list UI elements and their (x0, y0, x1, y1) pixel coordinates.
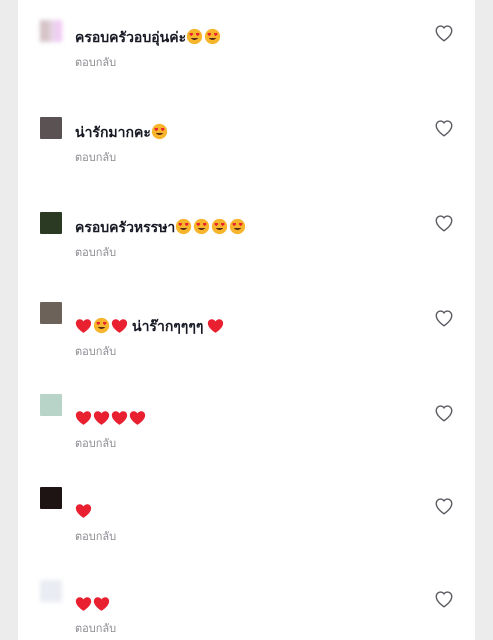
heart-outline-icon (435, 310, 453, 327)
like-button[interactable] (434, 119, 456, 139)
heart-outline-icon (435, 215, 453, 232)
red-heart-icon (93, 411, 110, 425)
heart-outline-icon (435, 498, 453, 515)
comment-text-label: ครอบครัวอบอุ่นค่ะ (75, 30, 187, 46)
heart-outline-icon (435, 25, 453, 42)
comment-item: ตอบกลับ (18, 487, 475, 547)
comment-text: น่ารักมากคะ (75, 123, 169, 142)
comment-text-label: น่ารักมากคะ (75, 125, 151, 141)
like-button[interactable] (434, 590, 456, 610)
avatar[interactable] (40, 394, 62, 416)
reply-button[interactable]: ตอบกลับ (75, 622, 116, 636)
reply-button[interactable]: ตอบกลับ (75, 56, 116, 70)
like-button[interactable] (434, 214, 456, 234)
comment-list: ครอบครัวอบอุ่นค่ะ ตอบกลับ น่ารักมากคะ ตอ… (18, 0, 475, 640)
red-heart-icon (75, 504, 92, 518)
reply-button[interactable]: ตอบกลับ (75, 437, 116, 451)
avatar[interactable] (40, 20, 62, 42)
like-button[interactable] (434, 24, 456, 44)
red-heart-icon (111, 319, 128, 333)
red-heart-icon (93, 597, 110, 611)
heart-eyes-icon (204, 28, 221, 45)
comment-text (75, 502, 93, 521)
heart-eyes-icon (176, 218, 192, 235)
emoji-group (75, 409, 147, 427)
avatar[interactable] (40, 117, 62, 139)
heart-eyes-icon (230, 218, 246, 235)
red-heart-icon (111, 411, 128, 425)
red-heart-icon (75, 411, 92, 425)
comment-text: ครอบครัวหรรษา (75, 218, 247, 237)
heart-eyes-icon (93, 317, 110, 334)
emoji-group (151, 123, 169, 141)
reply-button[interactable]: ตอบกลับ (75, 246, 116, 260)
comment-text: น่าร๊ากๆๆๆๆ (75, 317, 225, 336)
comment-text (75, 595, 111, 614)
emoji-group (175, 218, 247, 236)
comment-item: ครอบครัวหรรษา ตอบกลับ (18, 212, 475, 272)
like-button[interactable] (434, 497, 456, 517)
avatar[interactable] (40, 302, 62, 324)
heart-eyes-icon (194, 218, 210, 235)
reply-button[interactable]: ตอบกลับ (75, 151, 116, 165)
comment-item: น่ารักมากคะ ตอบกลับ (18, 117, 475, 177)
heart-eyes-icon (186, 28, 203, 45)
avatar[interactable] (40, 487, 62, 509)
like-button[interactable] (434, 309, 456, 329)
emoji-group (186, 28, 222, 46)
heart-eyes-icon (212, 218, 228, 235)
red-heart-icon (129, 411, 146, 425)
comment-text-label: ครอบครัวหรรษา (75, 220, 176, 236)
avatar[interactable] (40, 580, 62, 602)
comment-item: ตอบกลับ (18, 394, 475, 454)
like-button[interactable] (434, 404, 456, 424)
emoji-group (75, 595, 111, 613)
comment-item: ครอบครัวอบอุ่นค่ะ ตอบกลับ (18, 20, 475, 82)
heart-eyes-icon (151, 123, 168, 140)
emoji-group (75, 317, 129, 335)
emoji-group (75, 502, 93, 520)
reply-button[interactable]: ตอบกลับ (75, 530, 116, 544)
avatar[interactable] (40, 212, 62, 234)
red-heart-icon (208, 319, 224, 333)
red-heart-icon (75, 597, 92, 611)
reply-button[interactable]: ตอบกลับ (75, 345, 116, 359)
comment-item: น่าร๊ากๆๆๆๆ ตอบกลับ (18, 302, 475, 362)
heart-outline-icon (435, 405, 453, 422)
red-heart-icon (75, 319, 92, 333)
comment-text: ครอบครัวอบอุ่นค่ะ (75, 28, 222, 47)
comment-text (75, 409, 147, 428)
emoji-group (207, 317, 225, 335)
comment-text-label: น่าร๊ากๆๆๆๆ (132, 319, 204, 335)
comment-item: ตอบกลับ (18, 580, 475, 640)
heart-outline-icon (435, 591, 453, 608)
heart-outline-icon (435, 120, 453, 137)
